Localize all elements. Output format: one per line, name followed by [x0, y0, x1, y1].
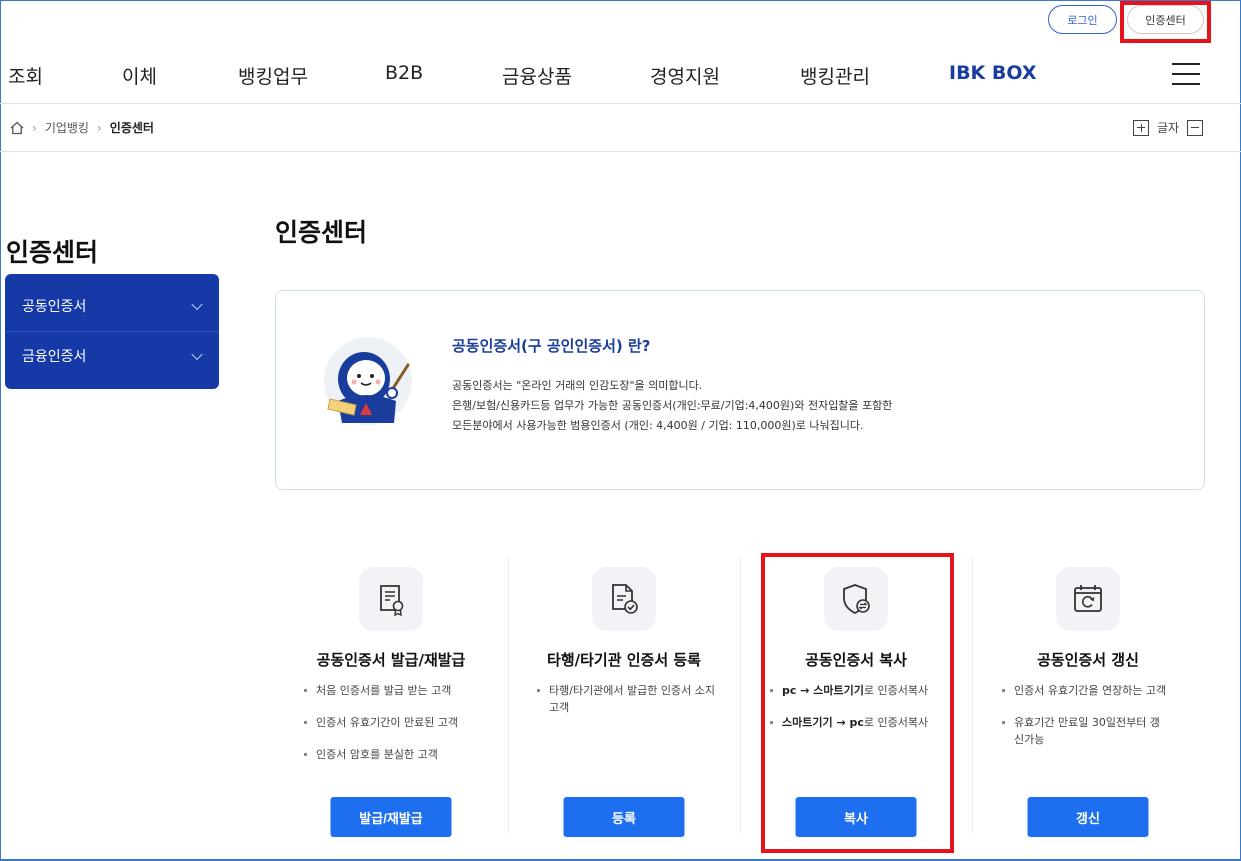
highlight-box-copy-card	[761, 553, 954, 853]
card-bullets: 타행/타기관에서 발급한 인증서 소지고객	[508, 682, 740, 731]
highlight-box-cert-center	[1120, 1, 1211, 43]
card-title: 공동인증서 갱신	[1037, 651, 1139, 669]
chevron-down-icon	[191, 298, 203, 311]
gnb-item-ibk-box[interactable]: IBK BOX	[949, 62, 1037, 84]
sidebar-item-label: 공동인증서	[22, 299, 87, 315]
card-issue: 공동인증서 발급/재발급 처음 인증서를 발급 받는 고객 인증서 유효기간이 …	[275, 557, 507, 837]
info-heading: 공동인증서(구 공인인증서) 란?	[452, 337, 651, 355]
login-button[interactable]: 로그인	[1048, 5, 1117, 34]
card-bullets: 인증서 유효기간을 연장하는 고객 유효기간 만료일 30일전부터 갱신가능	[972, 682, 1204, 763]
list-item: 인증서 유효기간이 만료된 고객	[304, 714, 497, 731]
sidebar-item-financial-cert[interactable]: 금융인증서	[5, 331, 219, 381]
card-title: 공동인증서 발급/재발급	[316, 651, 466, 669]
sidebar-menu: 공동인증서 금융인증서	[5, 274, 219, 389]
register-button[interactable]: 등록	[563, 797, 685, 837]
certificate-ribbon-icon	[359, 567, 423, 631]
gnb-item-banking-admin[interactable]: 뱅킹관리	[800, 62, 870, 89]
breadcrumb-corporate-banking[interactable]: 기업뱅킹	[45, 119, 89, 136]
card-title: 타행/타기관 인증서 등록	[547, 651, 701, 669]
info-line: 은행/보험/신용카드등 업무가 가능한 공동인증서(개인:무료/기업:4,400…	[452, 399, 893, 412]
list-item: 인증서 유효기간을 연장하는 고객	[1002, 682, 1168, 699]
issue-button[interactable]: 발급/재발급	[330, 797, 452, 837]
font-increase-icon[interactable]	[1133, 119, 1149, 136]
page-title: 인증센터	[275, 218, 368, 247]
gnb-item-management[interactable]: 경영지원	[650, 62, 720, 89]
divider	[0, 151, 1241, 152]
gnb-item-products[interactable]: 금융상품	[502, 62, 572, 89]
global-nav: 조회 이체 뱅킹업무 B2B 금융상품 경영지원 뱅킹관리 IBK BOX	[0, 62, 1100, 92]
list-item: 처음 인증서를 발급 받는 고객	[304, 682, 497, 699]
info-line: 모든분야에서 사용가능한 범용인증서 (개인: 4,400원 / 기업: 110…	[452, 419, 864, 432]
menu-icon[interactable]	[1172, 63, 1200, 85]
list-item: 인증서 암호를 분실한 고객	[304, 746, 497, 763]
breadcrumb: › 기업뱅킹 › 인증센터	[10, 119, 154, 136]
renew-button[interactable]: 갱신	[1027, 797, 1149, 837]
list-item: 유효기간 만료일 30일전부터 갱신가능	[1002, 714, 1168, 748]
gnb-item-transfer[interactable]: 이체	[122, 62, 157, 89]
gnb-item-banking[interactable]: 뱅킹업무	[238, 62, 308, 89]
gnb-item-inquiry[interactable]: 조회	[8, 62, 43, 89]
calendar-refresh-icon	[1056, 567, 1120, 631]
info-line: 공동인증서는 "온라인 거래의 인감도장"을 의미합니다.	[452, 379, 703, 392]
gnb-item-b2b[interactable]: B2B	[385, 62, 423, 84]
chevron-right-icon: ›	[96, 120, 102, 135]
list-item: 타행/타기관에서 발급한 인증서 소지고객	[537, 682, 722, 716]
chevron-right-icon: ›	[32, 120, 37, 135]
font-size-label: 글자	[1157, 121, 1180, 135]
chevron-down-icon	[191, 348, 203, 361]
divider	[0, 103, 1241, 104]
sidebar-title: 인증센터	[6, 238, 99, 267]
font-decrease-icon[interactable]	[1187, 119, 1204, 136]
card-bullets: 처음 인증서를 발급 받는 고객 인증서 유효기간이 만료된 고객 인증서 암호…	[275, 682, 507, 778]
sidebar-item-joint-cert[interactable]: 공동인증서	[5, 281, 219, 331]
sidebar-item-label: 금융인증서	[22, 349, 87, 365]
breadcrumb-current: 인증센터	[109, 121, 154, 135]
document-check-icon	[592, 567, 656, 631]
info-box: 공동인증서(구 공인인증서) 란? 공동인증서는 "온라인 거래의 인감도장"을…	[275, 290, 1205, 490]
font-size-control: 글자	[1133, 119, 1204, 136]
mascot-illustration	[324, 337, 412, 425]
card-renew: 공동인증서 갱신 인증서 유효기간을 연장하는 고객 유효기간 만료일 30일전…	[972, 557, 1204, 837]
card-register: 타행/타기관 인증서 등록 타행/타기관에서 발급한 인증서 소지고객 등록	[508, 557, 740, 837]
home-icon[interactable]	[10, 121, 24, 135]
